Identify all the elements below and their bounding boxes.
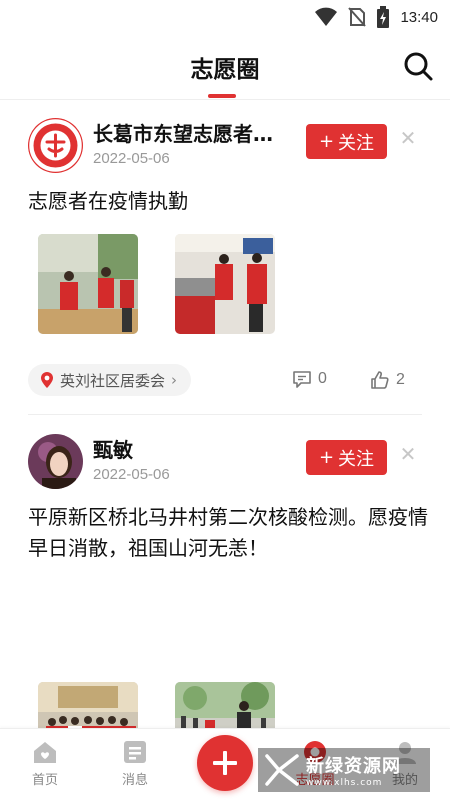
tab-messages[interactable]: 消息 <box>105 739 165 788</box>
avatar[interactable] <box>28 434 83 489</box>
watermark-brand: 新绿资源网 <box>306 756 401 777</box>
page-title: 志愿圈 <box>190 57 260 83</box>
feed-list[interactable]: 长葛市东望志愿者… 2022-05-06 + 关注 ✕ 志愿者在疫情执勤 英刘社… <box>0 100 450 728</box>
post-photo[interactable] <box>175 234 275 334</box>
like-count: 2 <box>396 371 405 388</box>
chevron-right-icon: › <box>171 371 178 389</box>
close-icon[interactable]: ✕ <box>398 128 418 148</box>
location-pin-icon <box>41 372 53 388</box>
comment-count: 0 <box>318 370 327 387</box>
title-indicator <box>208 94 236 98</box>
status-time: 13:40 <box>400 8 438 26</box>
post-content: 志愿者在疫情执勤 <box>28 189 188 213</box>
post-author[interactable]: 长葛市东望志愿者… <box>93 118 293 147</box>
plus-icon: + <box>318 447 335 468</box>
home-icon <box>34 742 56 763</box>
follow-label: 关注 <box>338 448 375 470</box>
no-sim-icon <box>348 7 367 27</box>
post-date: 2022-05-06 <box>93 466 170 483</box>
watermark: 新绿资源网 www.xlhs.com <box>258 748 430 792</box>
wifi-icon <box>315 7 338 26</box>
comment-button[interactable]: 0 <box>292 370 327 388</box>
comment-icon <box>293 371 311 388</box>
message-icon <box>124 741 146 763</box>
post-author[interactable]: 甄敏 <box>93 434 293 463</box>
like-button[interactable]: 2 <box>370 370 405 390</box>
follow-label: 关注 <box>338 132 375 154</box>
follow-button[interactable]: + 关注 <box>306 124 387 159</box>
status-bar: 13:40 <box>0 0 450 34</box>
search-icon[interactable] <box>402 50 434 82</box>
watermark-logo-icon <box>265 754 299 786</box>
thumbs-up-icon <box>371 371 389 389</box>
tab-label: 首页 <box>31 773 58 788</box>
battery-icon <box>377 6 390 28</box>
post-photo[interactable] <box>38 682 138 728</box>
follow-button[interactable]: + 关注 <box>306 440 387 475</box>
plus-icon: + <box>318 131 335 152</box>
post-divider <box>28 414 422 415</box>
avatar[interactable] <box>28 118 83 173</box>
app-header: 志愿圈 <box>0 34 450 100</box>
watermark-url: www.xlhs.com <box>306 778 383 788</box>
tab-label: 消息 <box>121 773 148 788</box>
location-tag[interactable]: 英刘社区居委会 › <box>28 364 192 396</box>
plus-icon <box>213 751 237 775</box>
post-date: 2022-05-06 <box>93 150 170 167</box>
location-label: 英刘社区居委会 <box>60 371 166 390</box>
org-logo-icon <box>28 118 83 173</box>
post-photo[interactable] <box>175 682 275 728</box>
post-content: 平原新区桥北马井村第二次核酸检测。愿疫情早日消散，祖国山河无恙！ <box>28 505 428 560</box>
user-avatar-image <box>28 434 83 489</box>
tab-home[interactable]: 首页 <box>15 739 75 788</box>
post-photo[interactable] <box>38 234 138 334</box>
create-post-button[interactable] <box>197 735 253 791</box>
close-icon[interactable]: ✕ <box>398 444 418 464</box>
